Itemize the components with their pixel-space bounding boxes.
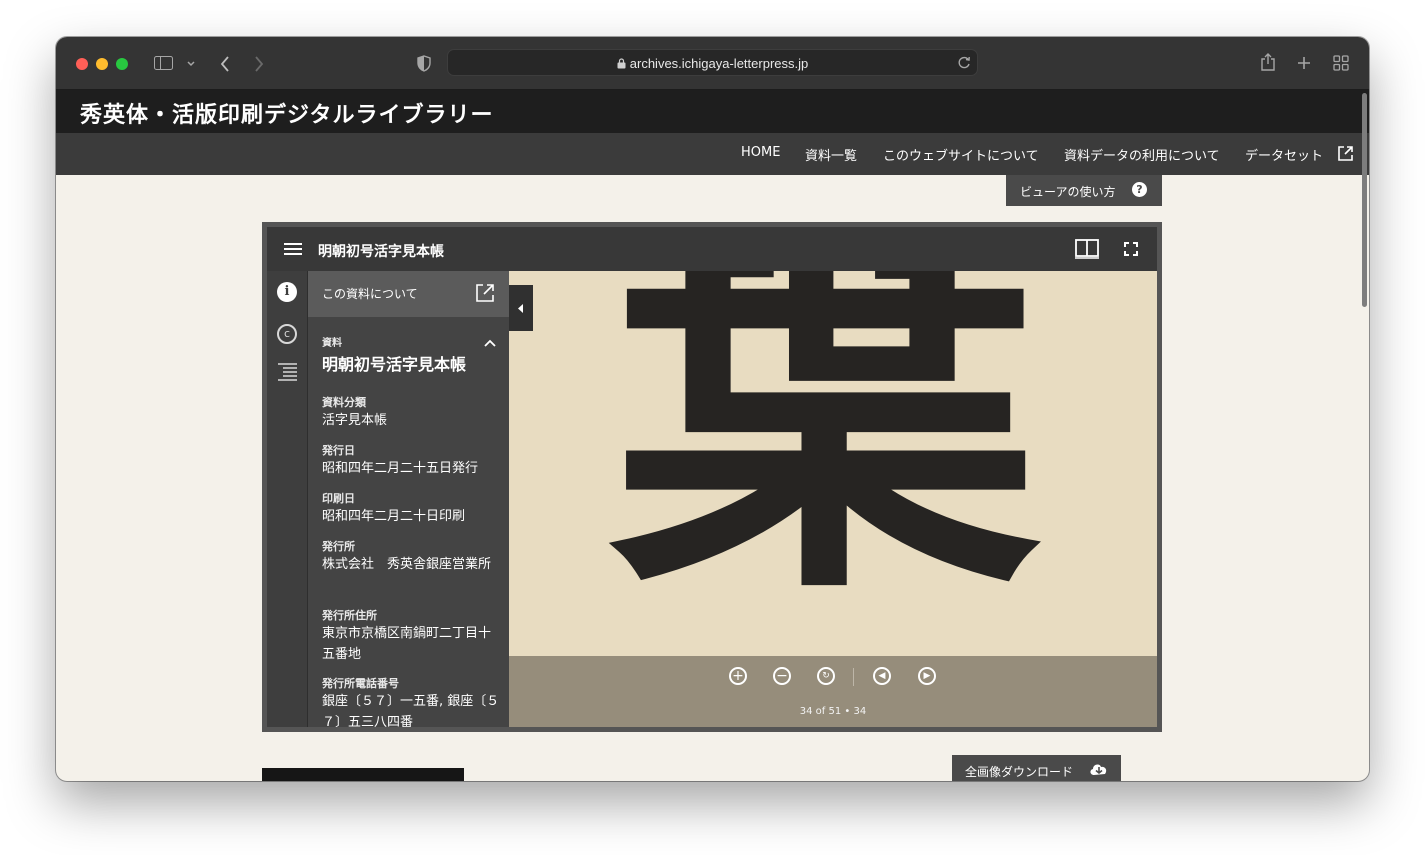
viewer-help-button[interactable]: ビューアの使い方 ? [1006, 175, 1162, 206]
chevron-up-icon[interactable] [484, 339, 496, 347]
page-counter: 34 of 51 • 34 [799, 706, 867, 717]
item-heading-cutoff [262, 768, 464, 781]
address-bar[interactable]: archives.ichigaya-letterpress.jp [447, 49, 978, 76]
field-label: 印刷日 [322, 492, 355, 505]
page-image[interactable]: 葉 + − ↻ ◀ ▶ 34 of 51 • 34 [509, 271, 1157, 727]
collapse-panel-button[interactable] [509, 285, 533, 331]
field-label: 資料分類 [322, 396, 366, 409]
field-value: 株式会社 秀英舎銀座営業所 [322, 557, 492, 572]
index-list-icon[interactable] [278, 363, 297, 381]
viewer-topbar: 明朝初号活字見本帳 [267, 227, 1157, 271]
viewer-side-rail: i c [267, 271, 307, 727]
close-window-button[interactable] [76, 58, 88, 70]
minimize-window-button[interactable] [96, 58, 108, 70]
book-view-icon[interactable] [1075, 239, 1099, 259]
page-scrollbar[interactable] [1362, 93, 1367, 307]
caret-left-icon [518, 304, 523, 313]
viewer-controls: + − ↻ ◀ ▶ 34 of 51 • 34 [509, 656, 1157, 727]
field-value: 昭和四年二月二十五日発行 [322, 461, 479, 476]
panel-header: この資料について [308, 271, 509, 317]
nav-dataset[interactable]: データセット [1245, 145, 1323, 164]
share-icon[interactable] [1260, 53, 1276, 72]
url-text: archives.ichigaya-letterpress.jp [629, 56, 809, 71]
next-page-icon[interactable]: ▶ [918, 667, 936, 685]
site-header: 秀英体・活版印刷デジタルライブラリー [56, 90, 1369, 133]
site-nav: HOME 資料一覧 このウェブサイトについて 資料データの利用について データセ… [56, 133, 1369, 175]
info-panel: この資料について 資料 明朝初号活字見本帳 資料分類 活字見本帳 発行日 昭和四… [307, 271, 509, 727]
field-value: 昭和四年二月二十日印刷 [322, 509, 466, 524]
field-label: 発行日 [322, 444, 355, 457]
viewer-help-label: ビューアの使い方 [1020, 185, 1116, 199]
field-label: 発行所住所 [322, 609, 377, 622]
nav-about[interactable]: このウェブサイトについて [883, 145, 1039, 164]
type-specimen-glyph: 葉 [610, 271, 1040, 646]
menu-icon[interactable] [284, 242, 302, 256]
viewer-title: 明朝初号活字見本帳 [318, 244, 444, 260]
chevron-down-icon[interactable] [187, 61, 195, 67]
browser-toolbar: archives.ichigaya-letterpress.jp [56, 37, 1369, 90]
field-label: 発行所電話番号 [322, 677, 399, 690]
lock-icon [617, 58, 626, 69]
url-field[interactable]: archives.ichigaya-letterpress.jp [448, 56, 977, 71]
shield-icon[interactable] [417, 55, 431, 72]
open-external-icon[interactable] [476, 284, 494, 302]
external-link-icon[interactable] [1337, 145, 1354, 162]
tab-overview-icon[interactable] [1333, 55, 1349, 71]
zoom-out-icon[interactable]: − [773, 667, 791, 685]
zoom-window-button[interactable] [116, 58, 128, 70]
zoom-in-icon[interactable]: + [729, 667, 747, 685]
copyright-icon[interactable]: c [277, 324, 297, 344]
item-title: 明朝初号活字見本帳 [322, 355, 467, 374]
site-title[interactable]: 秀英体・活版印刷デジタルライブラリー [80, 97, 494, 129]
field-label: 発行所 [322, 540, 355, 553]
fullscreen-icon[interactable] [1124, 242, 1138, 256]
panel-header-label: この資料について [322, 287, 418, 301]
download-all-label: 全画像ダウンロード [965, 765, 1074, 779]
sidebar-toggle-icon[interactable] [154, 56, 174, 71]
info-icon[interactable]: i [277, 282, 297, 302]
new-tab-icon[interactable] [1297, 56, 1311, 70]
rotate-icon[interactable]: ↻ [817, 667, 835, 685]
cloud-download-icon [1090, 764, 1107, 775]
field-value: 活字見本帳 [322, 413, 388, 428]
forward-arrow-icon[interactable] [254, 56, 264, 72]
download-all-button[interactable]: 全画像ダウンロード [952, 755, 1121, 781]
nav-data-usage[interactable]: 資料データの利用について [1064, 145, 1220, 164]
controls-divider [853, 668, 854, 686]
help-icon: ? [1132, 182, 1147, 197]
image-viewer: 明朝初号活字見本帳 i c この資料について 資料 明朝初号活字見本帳 資料分類… [262, 222, 1162, 732]
nav-materials[interactable]: 資料一覧 [805, 145, 857, 164]
back-arrow-icon[interactable] [220, 56, 230, 72]
browser-window: archives.ichigaya-letterpress.jp 秀英体・活版印… [56, 37, 1369, 781]
section-label: 資料 [322, 338, 342, 349]
field-value: 東京市京橋区南鍋町二丁目十五番地 [322, 626, 492, 662]
previous-page-icon[interactable]: ◀ [873, 667, 891, 685]
field-value: 銀座〔５７〕一五番, 銀座〔５７〕五三八四番 [322, 694, 500, 727]
reload-icon[interactable] [958, 56, 971, 69]
nav-home[interactable]: HOME [741, 145, 780, 160]
